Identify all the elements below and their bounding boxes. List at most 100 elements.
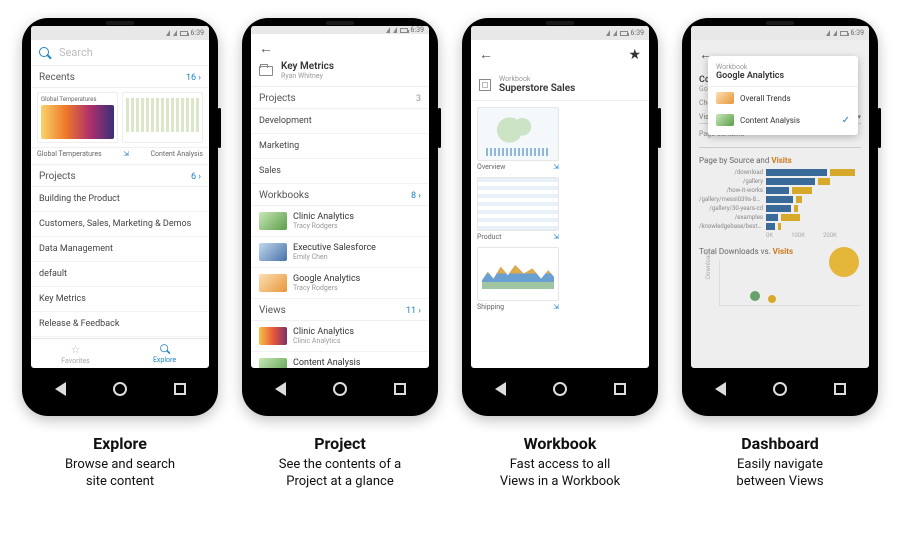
caption-title: Workbook <box>500 434 620 453</box>
nav-recent-icon[interactable] <box>394 383 406 395</box>
nav-recent-icon[interactable] <box>834 383 846 395</box>
section-projects[interactable]: Projects 6 › <box>31 165 209 187</box>
project-row[interactable]: Building the Product <box>31 187 209 212</box>
share-icon[interactable]: ⇲ <box>123 150 129 158</box>
screen-dashboard: 6:39 ← Content Analysis Google Analytics… <box>691 26 869 368</box>
scatter-dot <box>829 247 859 277</box>
phone-dashboard: 6:39 ← Content Analysis Google Analytics… <box>682 18 878 416</box>
phone-project: 6:39 ← Key Metrics Ryan Whitney Projects… <box>242 18 438 416</box>
project-row[interactable]: default <box>31 262 209 287</box>
favorite-star-icon[interactable]: ★ <box>628 47 641 63</box>
section-recents[interactable]: Recents 16 › <box>31 66 209 88</box>
hbar-row: /gallery <box>699 178 861 185</box>
phone-explore: 6:39 Search Recents 16 › Global Temperat… <box>22 18 218 416</box>
view-thumb-shipping <box>477 247 559 301</box>
tab-explore[interactable]: Explore <box>120 339 209 368</box>
hbar-row: /download <box>699 169 861 176</box>
android-nav <box>471 374 649 404</box>
project-title: Key Metrics <box>281 61 334 72</box>
caption-sub: Easily navigatebetween Views <box>736 457 823 491</box>
heatmap-thumb <box>41 105 114 139</box>
view-row[interactable]: Content Analysis <box>251 352 429 368</box>
project-row[interactable]: Customers, Sales, Marketing & Demos <box>31 212 209 237</box>
project-row[interactable]: Release & Feedback <box>31 312 209 337</box>
android-nav <box>691 374 869 404</box>
workbook-thumb <box>259 243 287 261</box>
nav-back-icon[interactable] <box>55 382 66 396</box>
android-statusbar: 6:39 <box>471 26 649 40</box>
screen-project: 6:39 ← Key Metrics Ryan Whitney Projects… <box>251 26 429 368</box>
nav-home-icon[interactable] <box>333 382 347 396</box>
nav-home-icon[interactable] <box>113 382 127 396</box>
android-statusbar: 6:39 <box>31 26 209 40</box>
nav-recent-icon[interactable] <box>174 383 186 395</box>
view-card[interactable]: Shipping⇲ <box>477 247 559 311</box>
menu-item[interactable]: Content Analysis ✓ <box>708 109 858 131</box>
workbook-row[interactable]: Executive SalesforceEmily Chen <box>251 237 429 268</box>
search-icon <box>160 344 170 354</box>
android-nav <box>31 374 209 404</box>
view-thumb-product <box>477 177 559 231</box>
menu-item[interactable]: Overall Trends <box>708 87 858 109</box>
view-thumb <box>259 327 287 345</box>
view-thumb <box>259 358 287 368</box>
recent-card[interactable] <box>122 92 203 143</box>
project-row[interactable]: Sales <box>251 159 429 184</box>
caption-title: Dashboard <box>736 434 823 453</box>
search-bar[interactable]: Search <box>31 40 209 66</box>
view-card[interactable]: Product⇲ <box>477 177 559 241</box>
chart-downloads-vs-visits: Total Downloads vs. Visits Downloads <box>699 247 861 306</box>
project-row[interactable]: Development <box>251 109 429 134</box>
workbook-title: Superstore Sales <box>499 83 575 94</box>
workbook-row[interactable]: Google AnalyticsTracy Rodgers <box>251 268 429 299</box>
nav-back-icon[interactable] <box>495 382 506 396</box>
section-sub-projects[interactable]: Projects 3 <box>251 87 429 109</box>
search-placeholder: Search <box>59 46 93 59</box>
hbar-row: /gallery/30-years-cd <box>699 205 861 212</box>
project-row[interactable]: Key Metrics <box>31 287 209 312</box>
recents-count: 16 › <box>186 73 201 83</box>
view-card[interactable]: Overview⇲ <box>477 107 559 171</box>
workbook-icon <box>479 79 491 91</box>
nav-back-icon[interactable] <box>715 382 726 396</box>
back-icon[interactable]: ← <box>479 46 493 63</box>
caption-title: Project <box>279 434 401 453</box>
share-icon[interactable]: ⇲ <box>553 303 559 311</box>
share-icon[interactable]: ⇲ <box>553 163 559 171</box>
project-author: Ryan Whitney <box>281 72 334 80</box>
filter-input[interactable] <box>699 138 861 148</box>
projects-count: 6 › <box>191 172 201 182</box>
back-icon[interactable]: ← <box>259 40 273 57</box>
nav-home-icon[interactable] <box>553 382 567 396</box>
view-thumb-overview <box>477 107 559 161</box>
star-icon: ☆ <box>71 343 81 356</box>
project-row[interactable]: Marketing <box>251 134 429 159</box>
projects-label: Projects <box>39 171 76 182</box>
hbar-row: /gallery/messi039s-86-goals <box>699 196 861 203</box>
workbook-row[interactable]: Clinic AnalyticsTracy Rodgers <box>251 206 429 237</box>
caption-sub: Browse and searchsite content <box>65 457 175 491</box>
recent-card[interactable]: Global Temperatures <box>37 92 118 143</box>
nav-recent-icon[interactable] <box>614 383 626 395</box>
recents-label: Recents <box>39 72 75 83</box>
tab-favorites[interactable]: ☆ Favorites <box>31 339 120 368</box>
nav-home-icon[interactable] <box>773 382 787 396</box>
bottom-tabs: ☆ Favorites Explore <box>31 338 209 368</box>
screen-explore: 6:39 Search Recents 16 › Global Temperat… <box>31 26 209 368</box>
view-row[interactable]: Clinic AnalyticsClinic Analytics <box>251 321 429 352</box>
scatter-dot <box>768 295 776 303</box>
share-icon[interactable]: ⇲ <box>553 233 559 241</box>
card-title: Global Temperatures <box>41 96 114 103</box>
scatter-dot <box>750 291 760 301</box>
android-statusbar: 6:39 <box>691 26 869 40</box>
menu-title: Google Analytics <box>716 71 850 81</box>
chevron-down-icon: ▾ <box>857 113 861 121</box>
status-time: 6:39 <box>191 29 205 37</box>
nav-back-icon[interactable] <box>275 382 286 396</box>
chart-thumb <box>126 98 199 132</box>
menu-thumb <box>716 92 734 104</box>
android-statusbar: 6:39 <box>251 26 429 34</box>
section-workbooks[interactable]: Workbooks 8 › <box>251 184 429 206</box>
section-views[interactable]: Views 11 › <box>251 299 429 321</box>
project-row[interactable]: Data Management <box>31 237 209 262</box>
